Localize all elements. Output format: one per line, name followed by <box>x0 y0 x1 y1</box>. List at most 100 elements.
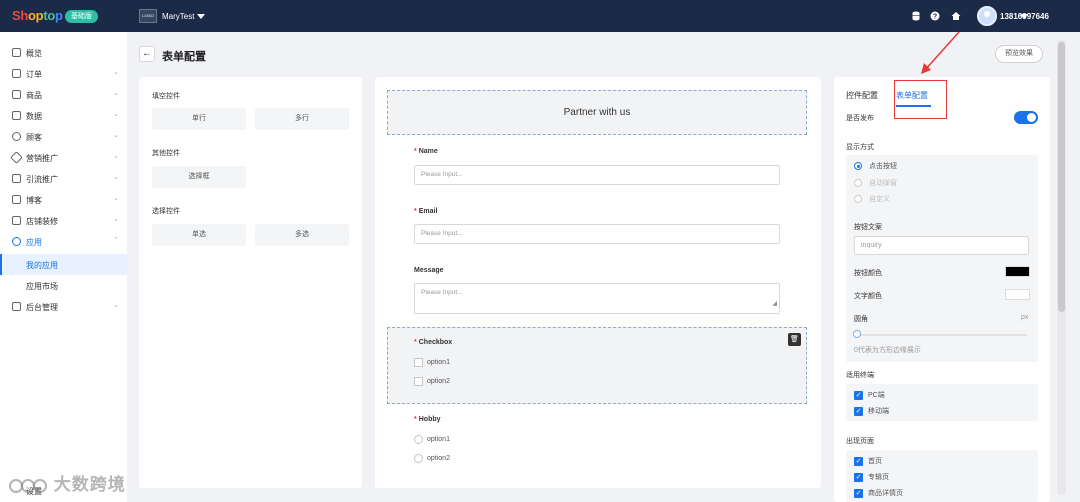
tab-control-config[interactable]: 控件配置 <box>846 90 878 101</box>
shoptop-logo[interactable]: Shoptop <box>12 8 63 23</box>
checkbox-option[interactable]: option2 <box>414 376 450 386</box>
watermark: 大数跨境 <box>8 470 126 497</box>
button-color-swatch[interactable] <box>1005 266 1030 277</box>
hobby-field-label: * Hobby <box>414 416 441 423</box>
radius-label: 圆角 <box>854 316 868 323</box>
store-logo[interactable]: LOGO <box>139 9 157 23</box>
sidebar-item-customers[interactable]: 顾客 ⌄ <box>0 126 127 147</box>
blog-icon <box>12 195 21 204</box>
dashboard-icon <box>12 48 21 57</box>
chevron-down-icon: ⌄ <box>113 174 119 181</box>
page-collection-checkbox[interactable]: ✓ 专辑页 <box>854 472 889 482</box>
sidebar-item-app-market[interactable]: 应用市场 <box>0 275 127 296</box>
controls-panel: 填空控件 单行 多行 其他控件 选择框 选择控件 单选 多选 <box>139 77 362 488</box>
radius-hint: 0代表为方形边缘展示 <box>854 347 921 354</box>
page-home-checkbox[interactable]: ✓ 首页 <box>854 456 882 466</box>
publish-label: 是否发布 <box>846 115 874 122</box>
platform-mobile-checkbox[interactable]: ✓ 移动端 <box>854 406 889 416</box>
help-icon[interactable]: ? <box>930 11 940 21</box>
fill-controls-title: 填空控件 <box>152 93 180 100</box>
config-panel: 控件配置 表单配置 是否发布 显示方式 点击按钮 自动弹窗 自定义 按钮文案 i… <box>834 77 1050 502</box>
text-color-label: 文字颜色 <box>854 293 882 300</box>
radius-slider-handle[interactable] <box>853 330 861 338</box>
tag-icon <box>10 151 23 164</box>
annotation-arrow-icon <box>921 31 960 74</box>
customer-icon <box>12 132 21 141</box>
radio-option[interactable]: option1 <box>414 434 450 444</box>
page-product-detail-checkbox[interactable]: ✓ 商品详情页 <box>854 488 903 498</box>
resize-handle-icon[interactable]: ◢ <box>772 297 777 311</box>
display-option-auto[interactable]: 自动弹窗 <box>854 178 897 188</box>
button-color-label: 按钮颜色 <box>854 270 882 277</box>
chevron-down-icon: ⌄ <box>113 153 119 160</box>
scrollbar-thumb[interactable] <box>1058 42 1065 312</box>
chevron-down-icon: ⌄ <box>113 111 119 118</box>
back-button[interactable]: ← <box>139 46 155 62</box>
radio-option[interactable]: option2 <box>414 453 450 463</box>
display-option-click[interactable]: 点击按钮 <box>854 161 897 171</box>
publish-toggle[interactable] <box>1014 111 1038 124</box>
form-preview-panel: Partner with us * Name Please Input... * E… <box>375 77 821 488</box>
delete-icon[interactable]: 🗑 <box>788 333 801 346</box>
multi-line-control-button[interactable]: 多行 <box>255 108 349 130</box>
sidebar-item-products[interactable]: 商品 ⌄ <box>0 84 127 105</box>
sidebar-item-store-design[interactable]: 店铺装修 ⌄ <box>0 210 127 231</box>
sidebar-item-marketing[interactable]: 营销推广 ⌄ <box>0 147 127 168</box>
chevron-down-icon: ⌄ <box>113 90 119 97</box>
email-field-label: * Email <box>414 208 438 215</box>
sidebar-item-overview[interactable]: 概览 <box>0 42 127 63</box>
name-input[interactable]: Please Input... <box>414 165 780 185</box>
arrow-left-icon: ← <box>142 48 152 59</box>
display-mode-label: 显示方式 <box>846 144 874 151</box>
button-text-label: 按钮文案 <box>854 224 882 231</box>
button-text-input[interactable]: inquiry <box>854 236 1029 255</box>
chevron-up-icon: ⌃ <box>113 237 119 244</box>
radius-slider[interactable] <box>856 334 1027 336</box>
traffic-icon <box>12 174 21 183</box>
order-icon <box>12 69 21 78</box>
sidebar-item-apps[interactable]: 应用 ⌃ <box>0 231 127 252</box>
select-box-control-button[interactable]: 选择框 <box>152 166 246 188</box>
chevron-down-icon: ⌄ <box>113 132 119 139</box>
top-bar: Shoptop 基础版 LOGO MaryTest ? 13816997646 <box>0 0 1080 32</box>
product-icon <box>12 90 21 99</box>
sidebar-item-backend[interactable]: 后台管理 ⌄ <box>0 296 127 317</box>
platform-pc-checkbox[interactable]: ✓ PC端 <box>854 390 885 400</box>
store-name[interactable]: MaryTest <box>162 12 194 21</box>
account-dropdown-caret-icon[interactable] <box>1020 14 1028 19</box>
highlight-annotation <box>894 80 947 119</box>
pages-label: 出现页面 <box>846 438 874 445</box>
chart-icon <box>12 111 21 120</box>
radius-unit: px <box>1021 314 1029 321</box>
sidebar-item-my-apps[interactable]: 我的应用 <box>0 254 127 275</box>
radio-control-button[interactable]: 单选 <box>152 224 246 246</box>
folder-icon <box>12 302 21 311</box>
sidebar-item-blog[interactable]: 博客 ⌄ <box>0 189 127 210</box>
checkbox-control-button[interactable]: 多选 <box>255 224 349 246</box>
message-field-label: Message <box>414 267 444 274</box>
platforms-label: 适用终端 <box>846 372 874 379</box>
chevron-down-icon: ⌄ <box>113 195 119 202</box>
display-option-custom[interactable]: 自定义 <box>854 194 890 204</box>
svg-text:?: ? <box>933 14 937 21</box>
sidebar-item-data[interactable]: 数据 ⌄ <box>0 105 127 126</box>
form-hero-title: Partner with us <box>563 107 631 118</box>
page-title: 表单配置 <box>162 51 206 63</box>
preview-button[interactable]: 预览效果 <box>995 45 1043 63</box>
sidebar: 概览 订单 ⌄ 商品 ⌄ 数据 ⌄ 顾客 ⌄ 营销推广 ⌄ 引流推广 ⌄ 博客 … <box>0 32 127 502</box>
form-header-block[interactable]: Partner with us <box>387 90 807 135</box>
edition-badge: 基础版 <box>65 10 98 23</box>
app-icon <box>12 237 21 246</box>
text-color-swatch[interactable] <box>1005 289 1030 300</box>
avatar[interactable] <box>977 6 997 26</box>
email-input[interactable]: Please Input... <box>414 224 780 244</box>
single-line-control-button[interactable]: 单行 <box>152 108 246 130</box>
checkbox-option[interactable]: option1 <box>414 357 450 367</box>
sidebar-item-orders[interactable]: 订单 ⌄ <box>0 63 127 84</box>
database-icon[interactable] <box>911 11 921 21</box>
sidebar-item-traffic[interactable]: 引流推广 ⌄ <box>0 168 127 189</box>
store-icon <box>12 216 21 225</box>
message-textarea[interactable]: Please Input... ◢ <box>414 283 780 314</box>
store-dropdown-caret-icon[interactable] <box>197 14 205 19</box>
home-icon[interactable] <box>951 11 961 21</box>
